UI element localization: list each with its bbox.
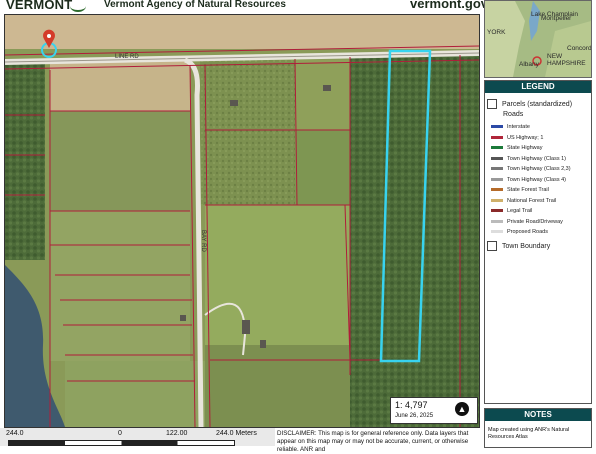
legend-title: LEGEND <box>485 81 591 93</box>
road-swatch <box>491 146 503 150</box>
disclaimer-text: DISCLAIMER: This map is for general refe… <box>277 430 469 453</box>
scale-ratio: 1: 4,797 <box>395 400 428 410</box>
legend-road-item: Town Highway (Class 4) <box>491 177 566 183</box>
north-arrow-icon: ▲ <box>455 402 469 416</box>
road-swatch <box>491 198 503 202</box>
legend-parcels: Parcels (standardized) <box>487 99 572 109</box>
road-swatch <box>491 135 503 139</box>
legend-panel: LEGEND Parcels (standardized) Roads Inte… <box>484 80 592 404</box>
inset-label-nh: NEW HAMPSHIRE <box>547 53 586 67</box>
road-swatch <box>491 156 503 160</box>
scale-badge: 1: 4,797 June 26, 2025 ▲ <box>390 397 478 424</box>
inset-label-montpelier: Montpelier <box>541 15 572 22</box>
page-header: VERMONT Vermont Agency of Natural Resour… <box>0 0 488 14</box>
road-label: Private Road/Driveway <box>507 218 563 225</box>
road-label: Town Highway (Class 2,3) <box>507 166 571 172</box>
vermont-logo: VERMONT <box>6 0 73 12</box>
legend-road-item: Legal Trail <box>491 208 532 214</box>
parcel-swatch <box>487 99 497 109</box>
town-boundary-swatch <box>487 241 497 251</box>
legend-road-item: Proposed Roads <box>491 229 548 235</box>
legend-road-item: Private Road/Driveway <box>491 219 563 225</box>
road-label-line-rd: LINE RD <box>115 54 139 60</box>
notes-panel: NOTES Map created using ANR's Natural Re… <box>484 408 592 448</box>
legend-road-item: Town Highway (Class 2,3) <box>491 166 571 172</box>
inset-label-concord: Concord <box>567 45 592 52</box>
road-swatch <box>491 230 503 234</box>
legend-road-item: US Highway; 1 <box>491 135 543 141</box>
legend-road-item: Town Highway (Class 1) <box>491 156 566 162</box>
road-swatch <box>491 209 503 213</box>
road-label: State Highway <box>507 145 543 151</box>
inset-label-york: YORK <box>487 29 506 36</box>
website-label[interactable]: vermont.gov <box>410 0 488 11</box>
legend-roads-heading: Roads <box>503 111 524 118</box>
leaf-icon <box>70 0 86 12</box>
locator-inset-map: Lake Champlain Montpelier YORK Albany NE… <box>484 0 592 78</box>
legend-road-item: State Forest Trail <box>491 187 549 193</box>
road-label: Interstate <box>507 124 530 130</box>
notes-text: Map created using ANR's Natural Resource… <box>488 427 570 440</box>
scale-left: 244.0 <box>6 430 24 437</box>
aerial-map[interactable]: LINE RD BAY RD <box>4 14 480 428</box>
road-label: Town Highway (Class 1) <box>507 155 566 162</box>
scale-mid: 122.00 <box>166 430 188 437</box>
scale-zero: 0 <box>118 430 122 437</box>
road-label: State Forest Trail <box>507 187 549 193</box>
notes-title: NOTES <box>485 409 591 421</box>
legend-road-item: Interstate <box>491 124 530 130</box>
legend-town-boundary: Town Boundary <box>487 241 550 251</box>
scale-bar: 244.0 0 122.00 244.0 Meters <box>0 428 275 446</box>
road-label-bay-rd: BAY RD <box>200 230 206 252</box>
road-swatch <box>491 167 503 171</box>
road-label: National Forest Trail <box>507 197 557 204</box>
inset-label-albany: Albany <box>519 61 539 68</box>
legend-road-item: State Highway <box>491 145 542 151</box>
road-label: Proposed Roads <box>507 229 548 235</box>
road-label: Legal Trail <box>507 208 533 214</box>
road-swatch <box>491 177 503 181</box>
road-label: US Highway; 1 <box>507 134 544 141</box>
agency-title: Vermont Agency of Natural Resources <box>104 0 286 10</box>
road-swatch <box>491 125 503 129</box>
road-label: Town Highway (Class 4) <box>507 176 566 183</box>
legend-road-item: National Forest Trail <box>491 198 556 204</box>
scale-right: 244.0 Meters <box>216 430 257 437</box>
scale-bar-graphic <box>8 440 235 446</box>
road-swatch <box>491 219 503 223</box>
road-swatch <box>491 188 503 192</box>
map-date: June 26, 2025 <box>395 413 434 419</box>
